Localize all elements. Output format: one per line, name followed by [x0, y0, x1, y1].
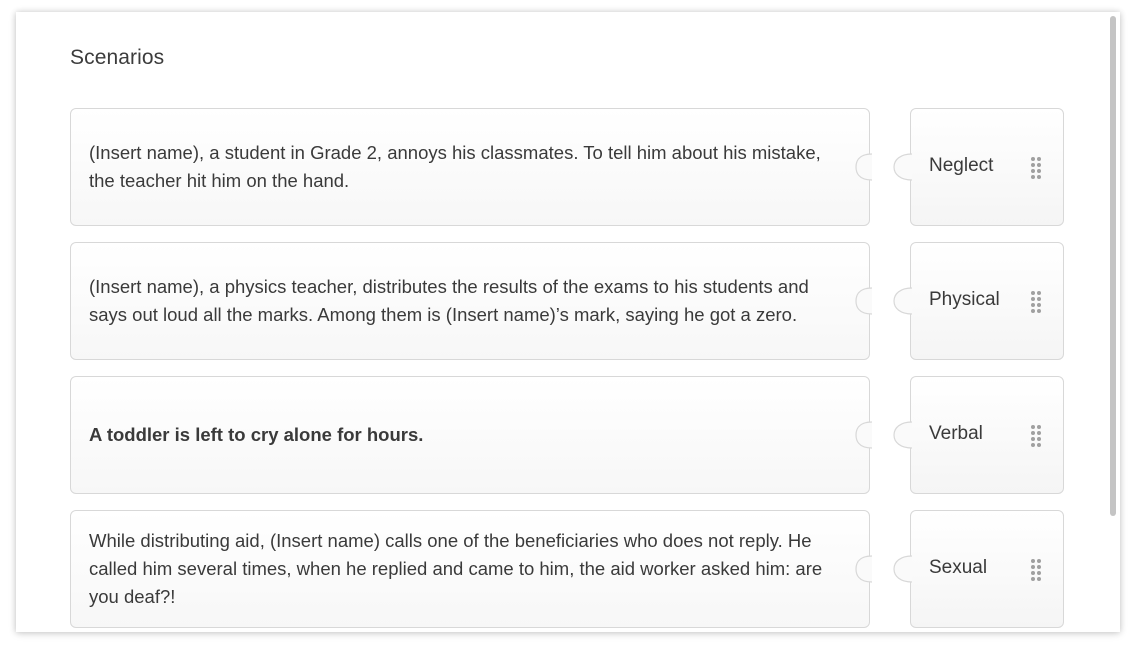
drag-handle-icon[interactable] — [1031, 291, 1041, 313]
scenario-card: While distributing aid, (Insert name) ca… — [70, 510, 870, 628]
puzzle-socket-icon — [855, 421, 873, 449]
page-title: Scenarios — [70, 46, 165, 69]
scenario-card: (Insert name), a physics teacher, distri… — [70, 242, 870, 360]
puzzle-socket-icon — [855, 555, 873, 583]
puzzle-socket-icon — [855, 287, 873, 315]
puzzle-tab-icon — [893, 421, 913, 449]
category-tile[interactable]: Physical — [910, 242, 1064, 360]
category-label: Physical — [929, 289, 1000, 310]
vertical-scrollbar[interactable] — [1110, 16, 1116, 628]
scenario-text: (Insert name), a physics teacher, distri… — [89, 276, 809, 325]
matching-row: (Insert name), a physics teacher, distri… — [70, 242, 1070, 362]
category-label: Sexual — [929, 557, 988, 578]
scenario-text: While distributing aid, (Insert name) ca… — [89, 530, 823, 607]
puzzle-tab-icon — [893, 153, 913, 181]
puzzle-socket-icon — [855, 153, 873, 181]
scenario-text: A toddler is left to cry alone for hours… — [89, 424, 424, 445]
category-tile[interactable]: Verbal — [910, 376, 1064, 494]
matching-row: A toddler is left to cry alone for hours… — [70, 376, 1070, 496]
category-label: Verbal — [929, 423, 983, 444]
scenario-card: (Insert name), a student in Grade 2, ann… — [70, 108, 870, 226]
puzzle-tab-icon — [893, 287, 913, 315]
scrollbar-thumb[interactable] — [1110, 16, 1116, 516]
scenario-text: (Insert name), a student in Grade 2, ann… — [89, 142, 821, 191]
drag-handle-icon[interactable] — [1031, 425, 1041, 447]
category-tile[interactable]: Neglect — [910, 108, 1064, 226]
puzzle-tab-icon — [893, 555, 913, 583]
matching-row: While distributing aid, (Insert name) ca… — [70, 510, 1070, 630]
drag-handle-icon[interactable] — [1031, 157, 1041, 179]
scenario-card: A toddler is left to cry alone for hours… — [70, 376, 870, 494]
drag-handle-icon[interactable] — [1031, 559, 1041, 581]
category-tile[interactable]: Sexual — [910, 510, 1064, 628]
matching-row: (Insert name), a student in Grade 2, ann… — [70, 108, 1070, 228]
scenarios-card: Scenarios (Insert name), a student in Gr… — [16, 12, 1120, 632]
category-label: Neglect — [929, 155, 994, 176]
